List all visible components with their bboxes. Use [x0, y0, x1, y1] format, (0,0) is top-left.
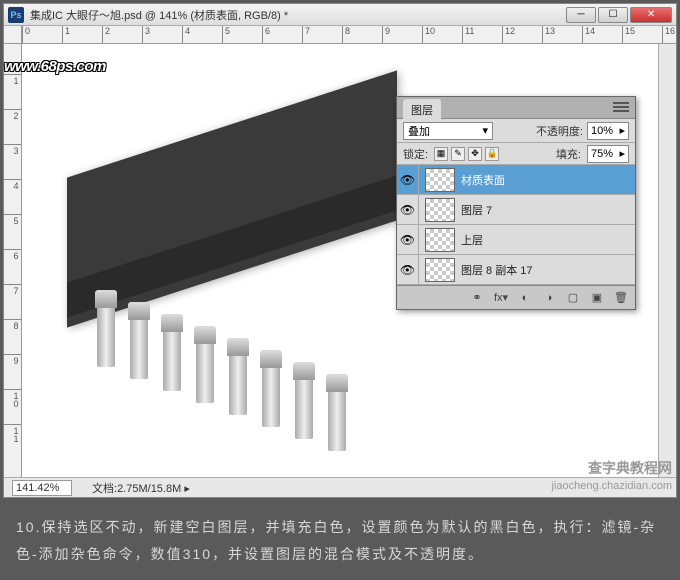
panel-header: 图层	[397, 97, 635, 119]
layer-thumbnail[interactable]	[425, 168, 455, 192]
group-icon[interactable]: ▢	[565, 290, 581, 306]
fill-input[interactable]: 75%▸	[587, 145, 629, 163]
lock-pixels-icon[interactable]: ✎	[451, 147, 465, 161]
ruler-tick: 10	[4, 389, 21, 407]
opacity-label: 不透明度:	[536, 123, 583, 139]
ruler-tick: 16	[662, 26, 675, 43]
ruler-vertical[interactable]: 1 2 3 4 5 6 7 8 9 10 11	[4, 44, 22, 477]
layer-name: 材质表面	[461, 172, 505, 188]
app-icon: Ps	[8, 7, 24, 23]
ruler-corner	[4, 26, 22, 44]
lock-label: 锁定:	[403, 146, 428, 162]
watermark-main: www.68ps.com	[4, 58, 106, 75]
ruler-tick: 4	[4, 179, 21, 189]
doc-info: 文档:2.75M/15.8M ▸	[92, 480, 190, 496]
layer-name: 上层	[461, 232, 483, 248]
lock-position-icon[interactable]: ✥	[468, 147, 482, 161]
ruler-tick: 2	[102, 26, 110, 43]
visibility-eye-icon[interactable]: 👁	[397, 225, 419, 254]
tutorial-instruction: 10.保持选区不动，新建空白图层，并填充白色，设置颜色为默认的黑白色，执行：滤镜…	[0, 502, 680, 580]
lock-transparency-icon[interactable]: ▦	[434, 147, 448, 161]
ruler-tick: 3	[4, 144, 21, 154]
minimize-button[interactable]: ─	[566, 7, 596, 23]
ruler-tick: 0	[22, 26, 30, 43]
layers-panel: 图层 叠加▾ 不透明度: 10%▸ 锁定: ▦ ✎ ✥ 🔒 填充: 75%▸ 👁…	[396, 96, 636, 310]
ruler-tick: 1	[4, 74, 21, 84]
ruler-tick: 9	[382, 26, 390, 43]
ruler-tick: 6	[262, 26, 270, 43]
maximize-button[interactable]: ☐	[598, 7, 628, 23]
blend-mode-row: 叠加▾ 不透明度: 10%▸	[397, 119, 635, 143]
layer-name: 图层 7	[461, 202, 492, 218]
lock-all-icon[interactable]: 🔒	[485, 147, 499, 161]
layer-list: 👁 材质表面 👁 图层 7 👁 上层 👁 图层 8 副本 17	[397, 165, 635, 285]
ruler-tick: 4	[182, 26, 190, 43]
ruler-tick: 14	[582, 26, 595, 43]
layer-thumbnail[interactable]	[425, 258, 455, 282]
adjustment-layer-icon[interactable]: ◑	[541, 290, 557, 306]
layer-row[interactable]: 👁 上层	[397, 225, 635, 255]
opacity-input[interactable]: 10%▸	[587, 122, 629, 140]
visibility-eye-icon[interactable]: 👁	[397, 255, 419, 284]
visibility-eye-icon[interactable]: 👁	[397, 195, 419, 224]
blend-mode-select[interactable]: 叠加▾	[403, 122, 493, 140]
link-layers-icon[interactable]: ⚭	[469, 290, 485, 306]
visibility-eye-icon[interactable]: 👁	[397, 165, 419, 194]
scrollbar-vertical[interactable]	[658, 44, 676, 477]
window-controls: ─ ☐ ✕	[566, 7, 672, 23]
layer-thumbnail[interactable]	[425, 228, 455, 252]
panel-footer: ⚭ fx▾ ◐ ◑ ▢ ▣ 🗑	[397, 285, 635, 309]
ruler-horizontal[interactable]: 0 1 2 3 4 5 6 7 8 9 10 11 12 13 14 15 16	[22, 26, 676, 44]
layer-mask-icon[interactable]: ◐	[517, 290, 533, 306]
lock-row: 锁定: ▦ ✎ ✥ 🔒 填充: 75%▸	[397, 143, 635, 165]
ruler-tick: 3	[142, 26, 150, 43]
lock-icons: ▦ ✎ ✥ 🔒	[434, 147, 499, 161]
ruler-tick: 13	[542, 26, 555, 43]
chevron-down-icon: ▾	[482, 124, 488, 137]
ruler-tick: 5	[222, 26, 230, 43]
titlebar: Ps 集成IC 大眼仔～旭.psd @ 141% (材质表面, RGB/8) *…	[4, 4, 676, 26]
panel-menu-icon[interactable]	[613, 102, 629, 114]
close-button[interactable]: ✕	[630, 7, 672, 23]
layer-row[interactable]: 👁 材质表面	[397, 165, 635, 195]
ruler-tick: 8	[342, 26, 350, 43]
ruler-tick: 7	[302, 26, 310, 43]
ic-chip-artwork	[52, 84, 402, 404]
layer-style-icon[interactable]: fx▾	[493, 290, 509, 306]
chevron-icon: ▸	[619, 147, 625, 160]
delete-layer-icon[interactable]: 🗑	[613, 290, 629, 306]
ruler-tick: 12	[502, 26, 515, 43]
zoom-field[interactable]: 141.42%	[12, 480, 72, 496]
ruler-tick: 6	[4, 249, 21, 259]
new-layer-icon[interactable]: ▣	[589, 290, 605, 306]
ruler-tick: 9	[4, 354, 21, 364]
fill-label: 填充:	[556, 146, 581, 162]
ruler-tick: 2	[4, 109, 21, 119]
chevron-icon: ▸	[619, 124, 625, 137]
layer-name: 图层 8 副本 17	[461, 262, 533, 278]
layer-row[interactable]: 👁 图层 7	[397, 195, 635, 225]
ruler-tick: 11	[4, 424, 21, 442]
ruler-tick: 5	[4, 214, 21, 224]
watermark-brand: 查字典教程网	[588, 458, 672, 478]
ruler-tick: 1	[62, 26, 70, 43]
ruler-tick: 8	[4, 319, 21, 329]
layer-thumbnail[interactable]	[425, 198, 455, 222]
ruler-tick: 10	[422, 26, 435, 43]
layer-row[interactable]: 👁 图层 8 副本 17	[397, 255, 635, 285]
ruler-tick: 15	[622, 26, 635, 43]
layers-tab[interactable]: 图层	[403, 99, 441, 121]
ruler-tick: 7	[4, 284, 21, 294]
watermark-url: jiaocheng.chazidian.com	[552, 480, 672, 492]
document-title: 集成IC 大眼仔～旭.psd @ 141% (材质表面, RGB/8) *	[30, 7, 566, 23]
ruler-tick: 11	[462, 26, 474, 43]
